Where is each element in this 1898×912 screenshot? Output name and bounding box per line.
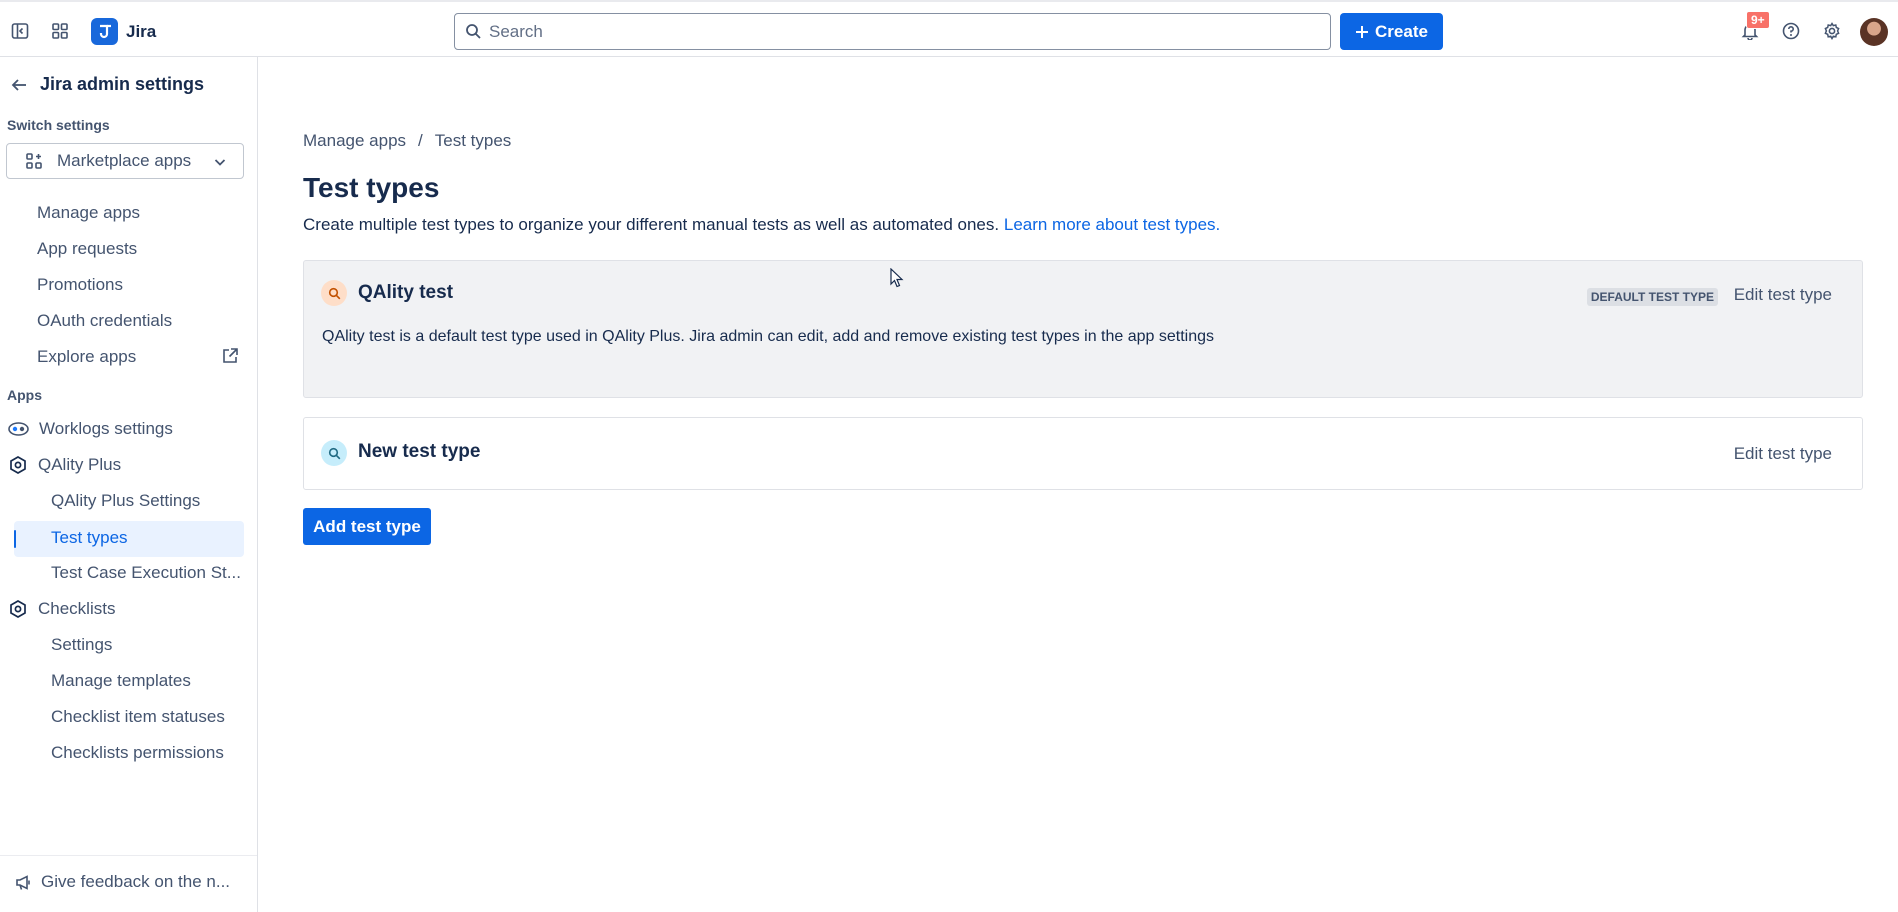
sidebar-item-oauth-credentials[interactable]: OAuth credentials [37,311,172,331]
settings-gear-icon[interactable] [1819,18,1845,44]
test-type-card: QAlity test DEFAULT TEST TYPE Edit test … [303,260,1863,398]
sidebar-item-manage-templates[interactable]: Manage templates [51,671,191,691]
sidebar-item-test-case-execution[interactable]: Test Case Execution St... [51,563,241,583]
edit-test-type-button[interactable]: Edit test type [1734,285,1832,305]
worklogs-icon [8,422,29,436]
switch-settings-label: Switch settings [7,117,110,133]
breadcrumb-separator: / [418,131,423,150]
edit-test-type-button[interactable]: Edit test type [1734,444,1832,464]
test-type-name: QAlity test [358,282,454,303]
test-type-description: QAlity test is a default test type used … [322,328,1215,345]
sidebar-title: Jira admin settings [40,74,205,94]
create-label: Create [1375,21,1428,41]
search-placeholder: Search [489,21,543,41]
jira-logo[interactable]: Jira [91,18,156,45]
search-icon [321,440,347,466]
switcher-value: Marketplace apps [57,151,192,170]
learn-more-link[interactable]: Learn more about test types. [1004,215,1220,234]
sidebar-item-checklist-item-statuses[interactable]: Checklist item statuses [51,707,225,727]
apps-section-label: Apps [7,387,42,403]
hexagon-app-icon [10,456,26,474]
worklogs-label: Worklogs settings [39,419,173,438]
external-link-icon [221,347,239,370]
app-switcher-icon[interactable] [47,18,73,44]
search-icon [321,280,347,306]
sidebar-item-manage-apps[interactable]: Manage apps [37,203,140,223]
megaphone-icon [16,874,30,890]
page-description: Create multiple test types to organize y… [303,215,1220,235]
sidebar-item-checklists-permissions[interactable]: Checklists permissions [51,743,224,763]
sidebar-toggle-icon[interactable] [7,18,33,44]
create-button[interactable]: Create [1340,13,1443,50]
breadcrumb: Manage apps / Test types [303,131,511,151]
help-icon[interactable] [1778,18,1804,44]
test-type-name: New test type [358,441,481,462]
sidebar-item-explore-apps[interactable]: Explore apps [37,347,136,367]
checklists-label: Checklists [38,599,116,618]
qality-plus-label: QAlity Plus [38,455,122,474]
arrow-left-icon [11,78,26,91]
back-to-admin[interactable]: Jira admin settings [10,74,204,95]
sidebar-item-checklist-settings[interactable]: Settings [51,635,112,655]
sidebar-item-app-requests[interactable]: App requests [37,239,137,259]
plus-icon [1356,25,1369,38]
chevron-down-icon [213,154,227,174]
active-indicator [14,530,16,548]
sidebar-app-qality-plus[interactable]: QAlity Plus [8,455,121,475]
test-types-label: Test types [51,528,128,547]
divider [0,855,257,856]
test-type-card: New test type Edit test type [303,417,1863,490]
search-input[interactable]: Search [454,13,1331,50]
search-icon [465,23,482,45]
feedback-label: Give feedback on the n... [41,872,231,891]
sidebar-item-qality-settings[interactable]: QAlity Plus Settings [51,491,200,511]
settings-switcher-dropdown[interactable]: Marketplace apps [6,143,244,179]
add-test-type-button[interactable]: Add test type [303,508,431,545]
user-avatar[interactable] [1860,18,1888,46]
page-title: Test types [303,172,440,203]
sidebar-app-worklogs[interactable]: Worklogs settings [8,419,173,439]
mouse-cursor-icon [890,267,904,293]
jira-logo-icon [91,18,118,45]
sidebar-item-test-types[interactable]: Test types [14,521,244,557]
hexagon-app-icon [10,600,26,618]
feedback-button[interactable]: Give feedback on the n... [15,872,230,892]
default-test-type-lozenge: DEFAULT TEST TYPE [1586,288,1718,306]
sidebar-item-promotions[interactable]: Promotions [37,275,123,295]
sidebar: Jira admin settings Switch settings Mark… [0,57,258,912]
top-navigation: Jira Search Create 9+ [0,0,1898,57]
app-name: Jira [126,21,157,41]
breadcrumb-manage-apps[interactable]: Manage apps [303,131,406,151]
sidebar-app-checklists[interactable]: Checklists [8,599,115,619]
notification-badge: 9+ [1746,11,1770,29]
description-text: Create multiple test types to organize y… [303,215,1000,234]
apps-icon [26,153,42,169]
breadcrumb-test-types[interactable]: Test types [435,131,512,151]
